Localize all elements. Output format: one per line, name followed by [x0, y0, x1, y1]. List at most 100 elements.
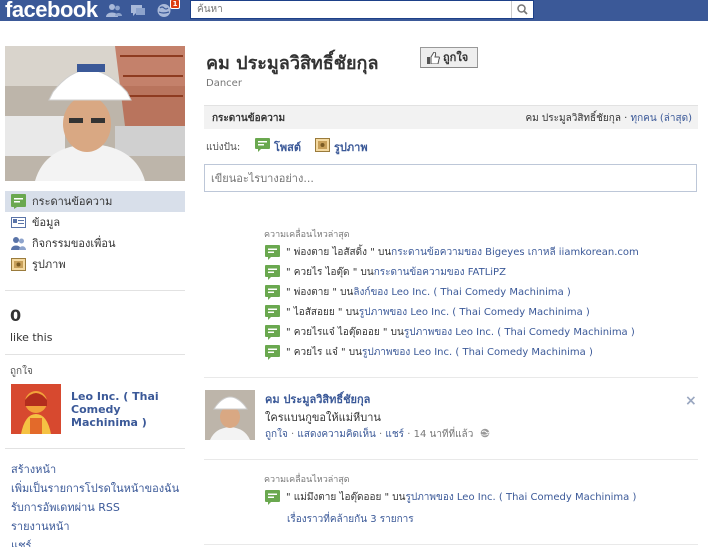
activity-quote: " ไอสัสอยย " บน: [286, 307, 359, 318]
activity-page-link[interactable]: Leo Inc. ( Thai Comedy Machinima ): [410, 307, 589, 318]
wall-header: กระดานข้อความ คม ประมูลวิสิทธิ์ชัยกุล · …: [204, 105, 698, 129]
search-input[interactable]: [191, 1, 511, 18]
search-icon: [517, 4, 528, 15]
wall-filter: คม ประมูลวิสิทธิ์ชัยกุล · ทุกคน (ล่าสุด): [525, 111, 692, 126]
composer-input[interactable]: [205, 165, 696, 191]
activity-target-link[interactable]: กระดานข้อความของ: [391, 247, 485, 258]
liked-section-title: ถูกใจ: [10, 366, 33, 377]
activity-page-link[interactable]: Leo Inc. ( Thai Comedy Machinima ): [457, 492, 636, 503]
globe-icon: [480, 428, 489, 438]
top-bar: facebook 1: [0, 0, 708, 23]
friends-icon: [11, 237, 26, 250]
report-page-link[interactable]: รายงานหน้า: [11, 517, 179, 536]
sidebar-item-label: ข้อมูล: [32, 216, 61, 229]
composer: [204, 164, 697, 192]
activity-target-link[interactable]: รูปภาพของ: [362, 347, 413, 358]
post-comment-link[interactable]: แสดงความคิดเห็น: [297, 429, 375, 440]
post-author-avatar[interactable]: [205, 390, 255, 440]
sidebar-item-label: รูปภาพ: [32, 258, 66, 271]
share-label: แบ่งปัน:: [206, 142, 241, 153]
likes-count: 0: [10, 306, 22, 325]
create-page-link[interactable]: สร้างหน้า: [11, 460, 179, 479]
post-author[interactable]: คม ประมูลวิสิทธิ์ชัยกุล: [265, 390, 370, 408]
activity-target-link[interactable]: รูปภาพของ: [405, 492, 456, 503]
activity-page-link[interactable]: Leo Inc. ( Thai Comedy Machinima ): [413, 347, 592, 358]
like-button-label: ถูกใจ: [443, 51, 469, 64]
share-photo-tab[interactable]: รูปภาพ: [315, 138, 368, 156]
activity-page-link[interactable]: Leo Inc. ( Thai Comedy Machinima ): [455, 327, 634, 338]
messages-icon[interactable]: [130, 3, 146, 18]
activity-target-link[interactable]: รูปภาพของ: [404, 327, 455, 338]
profile-actions: สร้างหน้า เพิ่มเป็นรายการโปรดในหน้าของฉั…: [11, 460, 179, 547]
activity-target-link[interactable]: กระดานข้อความของ: [374, 267, 468, 278]
activity-quote: " แม่มึงตาย ไอตุ๊ดออย " บน: [286, 492, 406, 503]
sidebar-item-wall[interactable]: กระดานข้อความ: [5, 191, 185, 212]
sidebar-item-label: กระดานข้อความ: [32, 195, 113, 208]
activity-page-link[interactable]: Leo Inc. ( Thai Comedy Machinima ): [391, 287, 570, 298]
activity-page-link[interactable]: FATLiPZ: [468, 267, 506, 278]
activity-item: " ไอสัสอยย " บนรูปภาพของ Leo Inc. ( Thai…: [265, 305, 590, 322]
activity-quote: " พ่องตาย ไอสัสดิ้ง " บน: [286, 247, 392, 258]
sidebar-item-label: กิจกรรมของเพื่อน: [32, 237, 116, 250]
activity-item: " พ่องตาย ไอสัสดิ้ง " บนกระดานข้อความของ…: [265, 245, 639, 262]
post-time[interactable]: 14 นาทีที่แล้ว: [414, 429, 474, 440]
share-post-tab[interactable]: โพสต์: [255, 138, 301, 156]
notification-badge[interactable]: 1: [170, 0, 180, 9]
post-text: ใครแบนกูขอให้แม่หีบาน: [265, 411, 381, 424]
activity-item: " ควยไร แจ๋ " บนรูปภาพของ Leo Inc. ( Tha…: [265, 345, 593, 362]
status-icon: [265, 245, 280, 260]
activity-quote: " พ่องตาย " บน: [286, 287, 354, 298]
activity-target-link[interactable]: รูปภาพของ: [359, 307, 410, 318]
sidebar-item-friend-activity[interactable]: กิจกรรมของเพื่อน: [5, 233, 185, 254]
divider: [5, 448, 185, 449]
search-box: [190, 0, 534, 19]
search-button[interactable]: [511, 1, 533, 18]
add-favorite-link[interactable]: เพิ่มเป็นรายการโปรดในหน้าของฉัน: [11, 479, 179, 498]
status-icon: [255, 138, 270, 152]
post-meta: ถูกใจ · แสดงความคิดเห็น · แชร์ · 14 นาที…: [265, 427, 490, 442]
similar-stories-link[interactable]: เรื่องราวที่คล้ายกัน 3 รายการ: [287, 512, 414, 527]
status-icon: [265, 285, 280, 300]
status-icon: [265, 345, 280, 360]
friend-requests-icon[interactable]: [106, 3, 122, 18]
profile-subtitle: Dancer: [206, 78, 242, 89]
post-share-link[interactable]: แชร์: [385, 429, 404, 440]
likes-label: like this: [10, 331, 53, 344]
share-post-label: โพสต์: [274, 141, 302, 154]
divider: [5, 290, 185, 291]
sidebar-item-info[interactable]: ข้อมูล: [5, 212, 185, 233]
liked-page-thumbnail[interactable]: [11, 384, 61, 434]
liked-page-name[interactable]: Leo Inc. ( Thai Comedy Machinima ): [71, 390, 181, 429]
filter-everyone-link[interactable]: ทุกคน (ล่าสุด): [631, 113, 693, 124]
facebook-logo[interactable]: facebook: [5, 0, 98, 23]
activity-target-link[interactable]: ลิงก์ของ: [353, 287, 391, 298]
photos-icon: [11, 258, 26, 271]
sidebar-item-photos[interactable]: รูปภาพ: [5, 254, 185, 275]
share-photo-label: รูปภาพ: [334, 141, 368, 154]
activity-item: " แม่มึงตาย ไอตุ๊ดออย " บนรูปภาพของ Leo …: [265, 490, 636, 507]
profile-photo[interactable]: [5, 46, 185, 181]
like-button[interactable]: ถูกใจ: [420, 47, 478, 68]
meta-separator: ·: [287, 429, 298, 440]
wall-title: กระดานข้อความ: [212, 113, 286, 124]
page-title: คม ประมูลวิสิทธิ์ชัยกุล: [206, 53, 379, 74]
share-link[interactable]: แชร์: [11, 536, 179, 547]
recent-activity-heading-2: ความเคลื่อนไหวล่าสุด: [264, 475, 350, 485]
activity-item: " พ่องตาย " บนลิงก์ของ Leo Inc. ( Thai C…: [265, 285, 571, 302]
story-separator: [204, 459, 698, 460]
meta-separator: ·: [375, 429, 386, 440]
post-like-link[interactable]: ถูกใจ: [265, 429, 288, 440]
profile-nav: กระดานข้อความ ข้อมูล กิจกรรมของเพื่อน รู…: [5, 191, 185, 275]
activity-item: " ควยไร ไอตุ๊ด " บนกระดานข้อความของ FATL…: [265, 265, 506, 282]
filter-owner[interactable]: คม ประมูลวิสิทธิ์ชัยกุล: [525, 113, 621, 124]
meta-separator: ·: [404, 429, 414, 440]
status-icon: [265, 305, 280, 320]
remove-post-icon[interactable]: ×: [685, 393, 697, 409]
divider: [5, 354, 185, 355]
activity-page-link[interactable]: Bigeyes เกาหลี iiamkorean.com: [485, 247, 639, 258]
rss-link[interactable]: รับการอัพเดทผ่าน RSS: [11, 498, 179, 517]
story-separator: [204, 544, 698, 545]
recent-activity-heading: ความเคลื่อนไหวล่าสุด: [264, 230, 350, 240]
activity-quote: " ควยไรแจ๋ ไอตุ๊ดออย " บน: [286, 327, 404, 338]
filter-separator: ·: [620, 113, 631, 124]
